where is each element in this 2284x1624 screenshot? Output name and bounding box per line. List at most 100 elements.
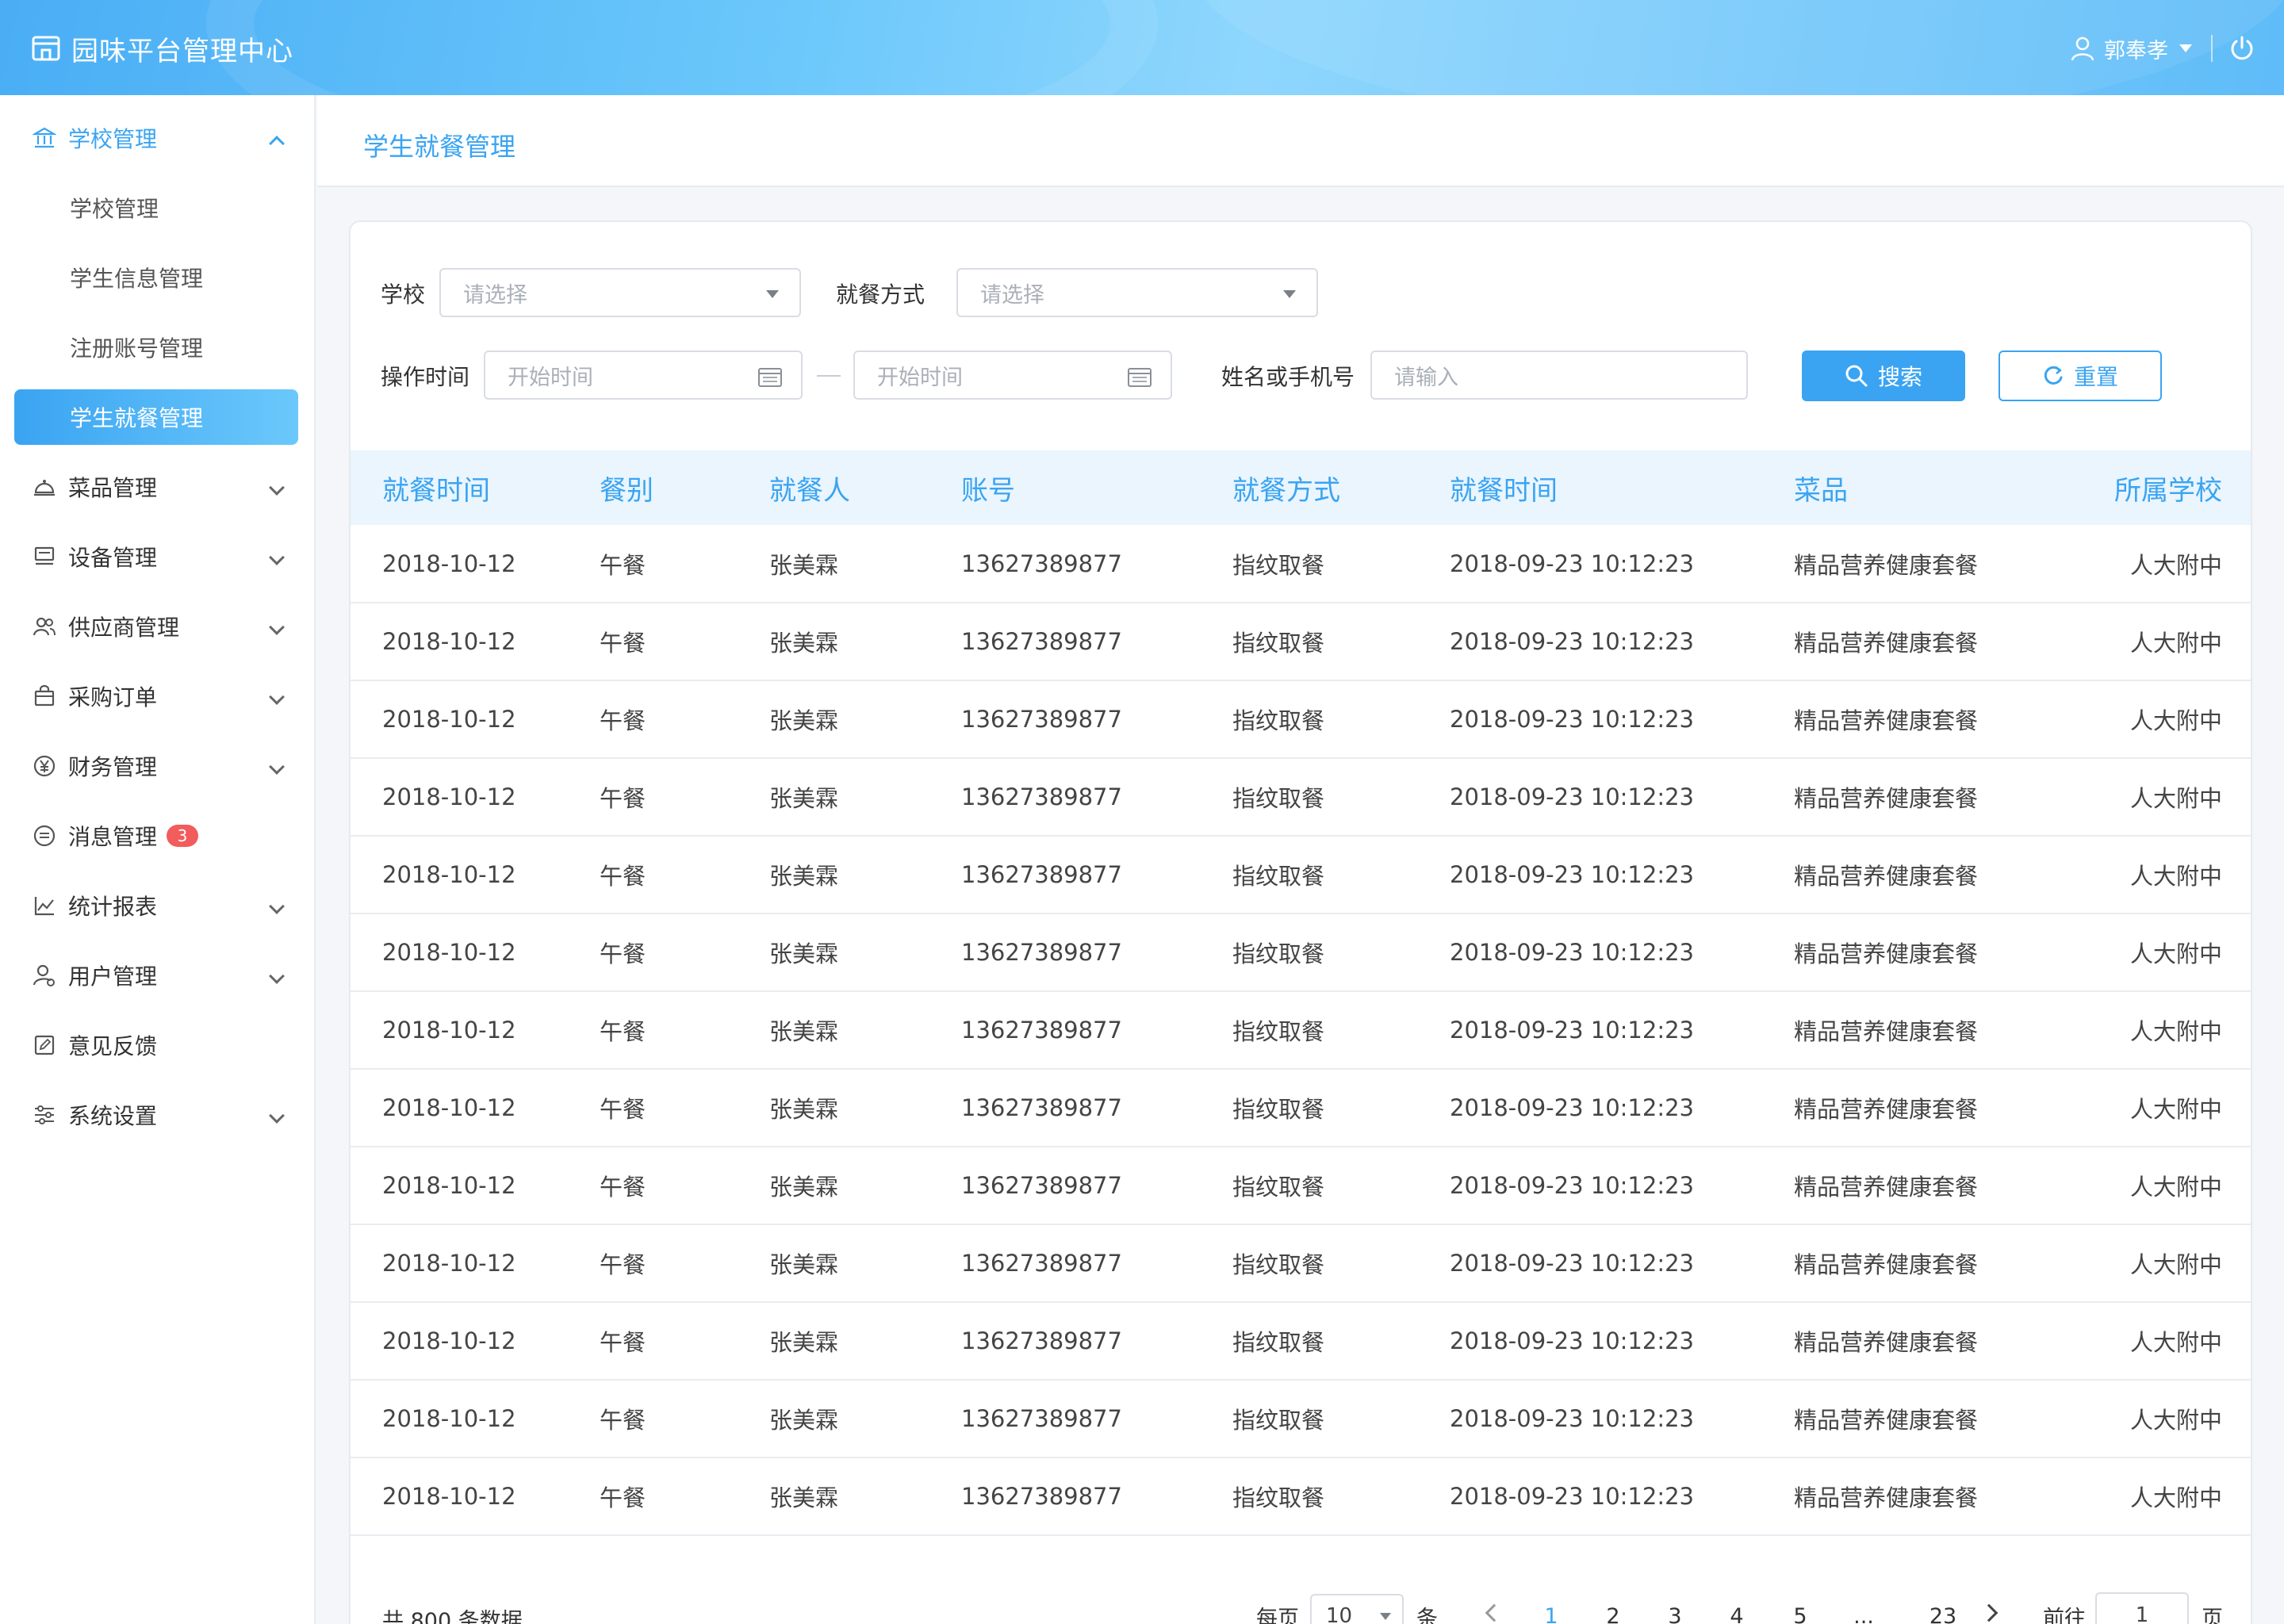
date-range-separator [817, 375, 841, 377]
column-header-dish[interactable]: 菜品 [1794, 450, 2079, 525]
column-header-account[interactable]: 账号 [961, 450, 1232, 525]
cell-dish: 精品营养健康套餐 [1794, 1069, 2079, 1147]
sidebar-subitem-register-account[interactable]: 注册账号管理 [0, 312, 314, 382]
column-header-school[interactable]: 所属学校 [2079, 450, 2251, 525]
chevron-down-icon [269, 689, 285, 705]
search-button[interactable]: 搜索 [1802, 350, 1965, 401]
reset-button-label: 重置 [2073, 364, 2118, 390]
page-number[interactable]: 3 [1659, 1594, 1691, 1624]
page-number[interactable]: 2 [1597, 1594, 1629, 1624]
sidebar-item-user-management[interactable]: 用户管理 [0, 940, 314, 1010]
end-time-input[interactable]: 开始时间 [853, 350, 1172, 400]
sidebar-subitem-student-info[interactable]: 学生信息管理 [0, 243, 314, 312]
sidebar-item-dish-management[interactable]: 菜品管理 [0, 452, 314, 522]
table-row[interactable]: 2018-10-12 午餐 张美霖 13627389877 指纹取餐 2018-09-23… [351, 991, 2251, 1070]
sidebar-item-message-management[interactable]: 消息管理 3 [0, 801, 314, 871]
sidebar-subitem-school[interactable]: 学校管理 [0, 173, 314, 243]
calendar-icon[interactable] [758, 366, 782, 387]
chevron-down-icon [269, 619, 285, 635]
chevron-left-icon[interactable] [1485, 1603, 1504, 1622]
user-name[interactable]: 郭奉孝 [2104, 33, 2168, 64]
table-row[interactable]: 2018-10-12 午餐 张美霖 13627389877 指纹取餐 2018-09-23… [351, 914, 2251, 992]
page-ellipsis[interactable]: ... [1848, 1594, 1880, 1624]
cell-dining-time: 2018-09-23 10:12:23 [1450, 525, 1794, 603]
cell-dish: 精品营养健康套餐 [1794, 1380, 2079, 1458]
name-phone-placeholder: 请输入 [1394, 365, 1458, 390]
sidebar-item-feedback[interactable]: 意见反馈 [0, 1010, 314, 1080]
cell-school: 人大附中 [2079, 1302, 2251, 1381]
table-row[interactable]: 2018-10-12 午餐 张美霖 13627389877 指纹取餐 2018-09-23… [351, 1147, 2251, 1225]
sidebar-subitem-student-dining[interactable]: 学生就餐管理 [14, 389, 298, 445]
table-row[interactable]: 2018-10-12 午餐 张美霖 13627389877 指纹取餐 2018-09-23… [351, 603, 2251, 681]
school-select[interactable]: 请选择 [439, 268, 801, 317]
cell-school: 人大附中 [2079, 1147, 2251, 1225]
page-number[interactable]: 1 [1535, 1594, 1567, 1624]
table-row[interactable]: 2018-10-12 午餐 张美霖 13627389877 指纹取餐 2018-09-23… [351, 525, 2251, 603]
chevron-down-icon[interactable] [2179, 44, 2192, 52]
dining-records-table: 就餐时间 餐别 就餐人 账号 就餐方式 就餐时间 菜品 所属学校 2018-10… [351, 450, 2251, 1536]
cell-diner: 张美霖 [769, 525, 961, 603]
cell-school: 人大附中 [2079, 1380, 2251, 1458]
goto-unit: 页 [2202, 1606, 2223, 1624]
cell-diner: 张美霖 [769, 1147, 961, 1225]
cell-school: 人大附中 [2079, 1224, 2251, 1303]
reset-button[interactable]: 重置 [1998, 350, 2162, 401]
table-row[interactable]: 2018-10-12 午餐 张美霖 13627389877 指纹取餐 2018-09-23… [351, 758, 2251, 837]
column-header-dining-method[interactable]: 就餐方式 [1232, 450, 1450, 525]
cell-dining-time: 2018-09-23 10:12:23 [1450, 1069, 1794, 1147]
sidebar-item-supplier-management[interactable]: 供应商管理 [0, 592, 314, 661]
power-icon[interactable] [2228, 35, 2255, 62]
column-header-dining-time[interactable]: 就餐时间 [1450, 450, 1794, 525]
table-row[interactable]: 2018-10-12 午餐 张美霖 13627389877 指纹取餐 2018-09-23… [351, 836, 2251, 914]
sidebar-item-system-settings[interactable]: 系统设置 [0, 1080, 314, 1150]
table-row[interactable]: 2018-10-12 午餐 张美霖 13627389877 指纹取餐 2018-09-23… [351, 1224, 2251, 1303]
user-manage-icon [32, 963, 57, 988]
sidebar-item-label: 供应商管理 [68, 615, 180, 641]
cell-dining-time: 2018-09-23 10:12:23 [1450, 603, 1794, 681]
page-number[interactable]: 23 [1919, 1594, 1967, 1624]
page-number[interactable]: 5 [1784, 1594, 1816, 1624]
cell-meal-type: 午餐 [600, 680, 769, 759]
top-header: 园味平台管理中心 郭奉孝 [0, 0, 2284, 95]
table-row[interactable]: 2018-10-12 午餐 张美霖 13627389877 指纹取餐 2018-09-23… [351, 680, 2251, 759]
calendar-icon[interactable] [1128, 366, 1152, 387]
cell-account: 13627389877 [961, 1069, 1232, 1147]
name-phone-input[interactable]: 请输入 [1370, 350, 1748, 400]
cell-dining-method: 指纹取餐 [1232, 1147, 1450, 1225]
page-size-select[interactable]: 10 [1310, 1594, 1404, 1624]
cell-account: 13627389877 [961, 1302, 1232, 1381]
cell-account: 13627389877 [961, 680, 1232, 759]
table-row[interactable]: 2018-10-12 午餐 张美霖 13627389877 指纹取餐 2018-09-23… [351, 1069, 2251, 1147]
column-header-meal-type[interactable]: 餐别 [600, 450, 769, 525]
sidebar-item-school-management[interactable]: 学校管理 [0, 103, 314, 173]
cell-dining-date: 2018-10-12 [351, 1380, 600, 1458]
page-number[interactable]: 4 [1721, 1594, 1753, 1624]
cell-account: 13627389877 [961, 1380, 1232, 1458]
sidebar-item-finance-management[interactable]: 财务管理 [0, 731, 314, 801]
column-header-diner[interactable]: 就餐人 [769, 450, 961, 525]
start-time-input[interactable]: 开始时间 [484, 350, 803, 400]
pagination-bar: 共 800 条数据 每页 10 条 1 2 3 4 5 ... 23 前往 1 … [351, 1586, 2251, 1624]
column-header-dining-date[interactable]: 就餐时间 [351, 450, 600, 525]
sidebar-item-label: 财务管理 [68, 754, 158, 780]
brand[interactable]: 园味平台管理中心 [30, 29, 293, 68]
page-header: 学生就餐管理 [317, 95, 2284, 187]
goto-page-input[interactable]: 1 [2095, 1592, 2189, 1624]
search-button-label: 搜索 [1877, 364, 1922, 390]
table-row[interactable]: 2018-10-12 午餐 张美霖 13627389877 指纹取餐 2018-09-23… [351, 1457, 2251, 1536]
chevron-down-icon [269, 968, 285, 984]
header-decoration [206, 0, 1158, 95]
sidebar-item-statistics[interactable]: 统计报表 [0, 871, 314, 940]
cell-dining-method: 指纹取餐 [1232, 758, 1450, 837]
table-row[interactable]: 2018-10-12 午餐 张美霖 13627389877 指纹取餐 2018-09-23… [351, 1302, 2251, 1381]
sidebar-item-purchase-orders[interactable]: 采购订单 [0, 661, 314, 731]
dining-method-select[interactable]: 请选择 [956, 268, 1318, 317]
cell-dish: 精品营养健康套餐 [1794, 1457, 2079, 1536]
sidebar-item-device-management[interactable]: 设备管理 [0, 522, 314, 592]
cell-meal-type: 午餐 [600, 1147, 769, 1225]
cell-meal-type: 午餐 [600, 1224, 769, 1303]
cell-account: 13627389877 [961, 758, 1232, 837]
cell-school: 人大附中 [2079, 603, 2251, 681]
chevron-right-icon[interactable] [1979, 1603, 1998, 1622]
table-row[interactable]: 2018-10-12 午餐 张美霖 13627389877 指纹取餐 2018-09-23… [351, 1380, 2251, 1458]
